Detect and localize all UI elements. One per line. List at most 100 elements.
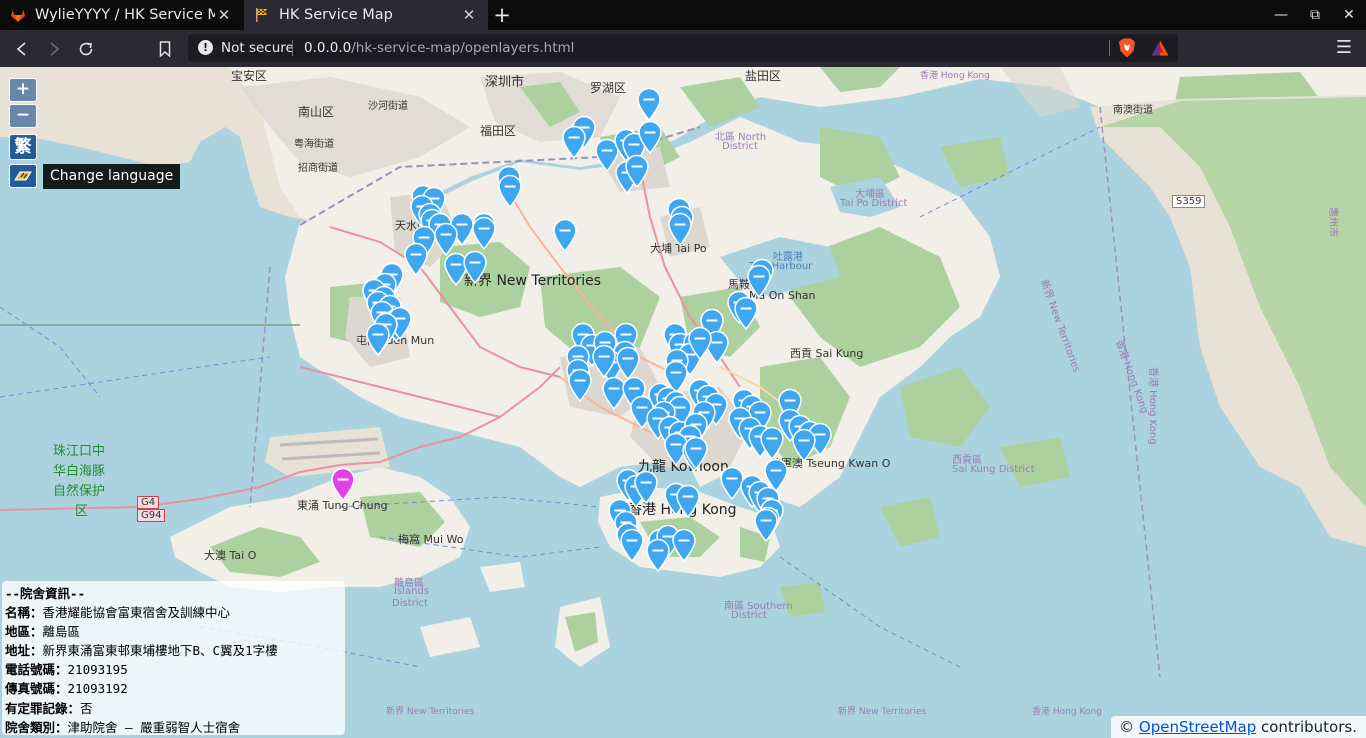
facility-marker[interactable]: [619, 528, 645, 563]
place-label: 粤海街道: [294, 139, 334, 150]
selected-facility-marker[interactable]: [330, 467, 356, 502]
facility-marker[interactable]: [624, 154, 650, 189]
tab-gitlab[interactable]: WylieYYYY / HK Service Map ✕: [0, 0, 243, 30]
info-row-category: 院舍類別：津助院舍 – 嚴重弱智人士宿舍: [5, 718, 342, 737]
bookmark-icon[interactable]: [151, 35, 179, 63]
language-tooltip: Change language: [43, 164, 181, 189]
attribution-prefix: ©: [1119, 718, 1139, 736]
info-separator: ：: [30, 643, 43, 659]
road-shield: G4: [137, 496, 160, 509]
facility-marker[interactable]: [637, 120, 663, 155]
attribution-suffix: contributors.: [1256, 718, 1357, 736]
close-tab-icon[interactable]: ✕: [460, 6, 478, 24]
facility-marker[interactable]: [687, 326, 713, 361]
tab-title: HK Service Map: [279, 7, 393, 23]
map-attribution: © OpenStreetMap contributors.: [1111, 716, 1366, 738]
url-host: 0.0.0.0: [304, 40, 352, 56]
info-separator: ：: [55, 681, 68, 697]
road-shield: G94: [137, 509, 166, 522]
map-canvas[interactable]: 宝安区 南山区 沙河街道 深圳市 罗湖区 盐田区 福田区 粤海街道 招商街道 南…: [0, 67, 1366, 738]
place-label: 新界 New Territories: [838, 707, 927, 717]
facility-marker[interactable]: [552, 218, 578, 253]
url-text[interactable]: 0.0.0.0/hk-service-map/openlayers.html: [304, 40, 574, 56]
maximize-icon[interactable]: ⧉: [1298, 0, 1332, 30]
facility-marker[interactable]: [645, 538, 671, 573]
place-label: 珠江口中: [53, 444, 106, 459]
info-row-fax: 傳真號碼：21093192: [5, 679, 342, 698]
facility-marker[interactable]: [433, 222, 459, 257]
info-value: 21093195: [67, 662, 128, 678]
address-bar[interactable]: ! Not secure 0.0.0.0/hk-service-map/open…: [188, 34, 1178, 62]
facility-marker[interactable]: [561, 125, 587, 160]
back-icon[interactable]: [8, 35, 36, 63]
minimize-icon[interactable]: —: [1264, 0, 1298, 30]
close-window-icon[interactable]: ✕: [1332, 0, 1366, 30]
tab-hk-service-map[interactable]: HK Service Map ✕: [244, 0, 488, 30]
facility-marker[interactable]: [462, 250, 488, 285]
navigation-toolbar: ! Not secure 0.0.0.0/hk-service-map/open…: [0, 30, 1366, 67]
facility-marker[interactable]: [365, 322, 391, 357]
facility-marker[interactable]: [615, 346, 641, 381]
place-label: 盐田区: [745, 69, 782, 83]
close-tab-icon[interactable]: ✕: [215, 6, 233, 24]
facility-marker[interactable]: [667, 212, 693, 247]
place-label: 南澳街道: [1113, 105, 1153, 116]
info-label: 電話號碼: [5, 662, 56, 678]
info-row-address: 地址：新界東涌富東邨東埔樓地下B、C翼及1字樓: [5, 641, 342, 660]
facility-marker[interactable]: [403, 242, 429, 277]
brave-rewards-icon[interactable]: [1151, 40, 1169, 56]
facility-marker[interactable]: [683, 436, 709, 471]
place-label: Islands: [394, 586, 429, 597]
place-label: District: [392, 598, 428, 609]
not-secure-icon[interactable]: !: [198, 40, 213, 55]
info-row-district: 地區：離島區: [5, 622, 342, 641]
facility-marker[interactable]: [791, 428, 817, 463]
security-label[interactable]: Not secure: [221, 40, 294, 56]
tab-title: WylieYYYY / HK Service Map: [35, 7, 215, 23]
info-label: 地區: [5, 624, 31, 640]
language-button[interactable]: 繁: [9, 134, 37, 160]
info-value: 21093192: [67, 681, 128, 697]
info-value: 否: [80, 700, 93, 716]
facility-marker[interactable]: [733, 296, 759, 331]
info-value: 津助院舍 – 嚴重弱智人士宿舍: [67, 719, 241, 735]
road-shield: S359: [1172, 195, 1206, 208]
info-separator: ：: [55, 662, 68, 678]
zoom-in-button[interactable]: +: [9, 78, 37, 102]
new-tab-button[interactable]: +: [490, 2, 514, 28]
info-label: 有定罪記錄: [5, 700, 68, 716]
facility-marker[interactable]: [671, 528, 697, 563]
facility-marker[interactable]: [753, 508, 779, 543]
menu-icon[interactable]: ☰: [1332, 35, 1356, 61]
facility-info-panel: --院舍資訊-- 名稱：香港耀能協會富東宿舍及訓練中心 地區：離島區 地址：新界…: [2, 581, 345, 735]
info-separator: ：: [67, 700, 81, 716]
brave-shields-icon[interactable]: [1118, 38, 1136, 58]
info-label: 地址: [5, 643, 31, 659]
facility-marker[interactable]: [675, 484, 701, 519]
place-label: 华白海豚: [53, 464, 106, 479]
info-value: 新界東涌富東邨東埔樓地下B、C翼及1字樓: [42, 643, 278, 659]
openstreetmap-link[interactable]: OpenStreetMap: [1139, 718, 1256, 736]
zoom-out-button[interactable]: −: [9, 104, 37, 128]
facility-marker[interactable]: [633, 470, 659, 505]
place-label: 惠州市: [1327, 207, 1338, 237]
facility-marker[interactable]: [471, 216, 497, 251]
facility-marker[interactable]: [497, 174, 523, 209]
place-label: District: [731, 610, 767, 621]
facility-marker[interactable]: [636, 87, 662, 122]
place-label: 沙河街道: [368, 101, 408, 112]
place-label: 新界 New Territories: [386, 707, 475, 717]
layer-toggle-button[interactable]: [9, 164, 37, 188]
facility-marker[interactable]: [567, 368, 593, 403]
info-label: 院舍類別: [5, 719, 56, 735]
place-label: Sai Kung District: [952, 464, 1035, 475]
info-value: 香港耀能協會富東宿舍及訓練中心: [42, 605, 231, 621]
info-separator: ：: [30, 624, 43, 640]
facility-marker[interactable]: [591, 344, 617, 379]
place-label: 罗湖区: [590, 81, 627, 95]
info-row-phone: 電話號碼：21093195: [5, 660, 342, 679]
divider: [292, 40, 293, 56]
reload-icon[interactable]: [72, 35, 100, 63]
layers-icon: [14, 171, 32, 181]
url-path: /hk-service-map/openlayers.html: [351, 40, 575, 56]
